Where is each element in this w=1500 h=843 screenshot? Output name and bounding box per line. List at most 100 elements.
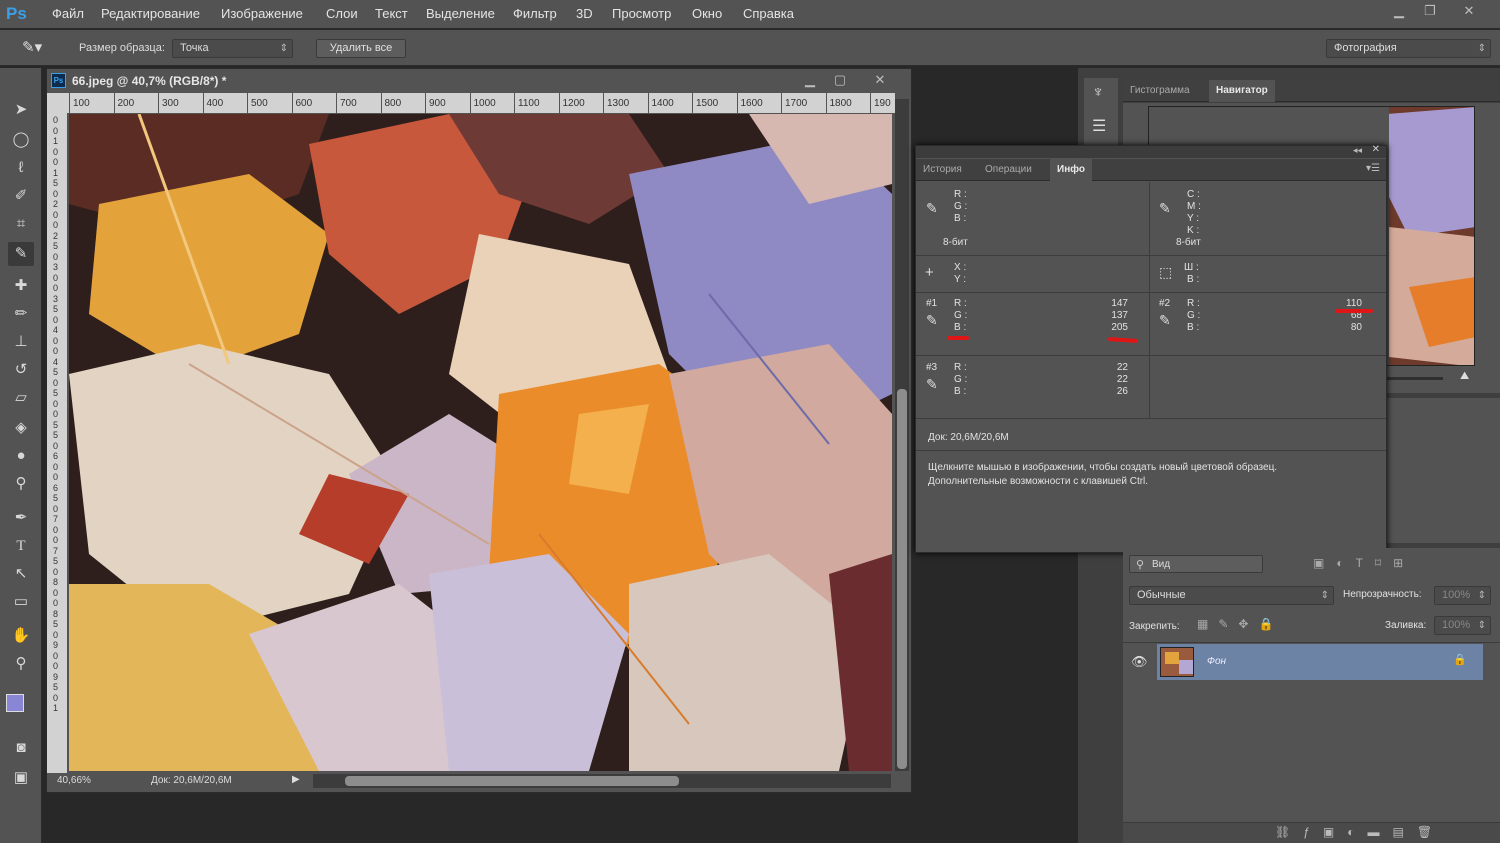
ruler-h-tick: 1800 — [825, 93, 871, 113]
image-canvas[interactable] — [69, 114, 892, 771]
tools-panel: ➤ ◯ ℓ ✐ ⌗ ✎ ✚ ✏ ⊥ ↺ ▱ ◈ ● ⚲ ✒ T ↖ ▭ ✋ ⚲ … — [0, 68, 42, 843]
menu-help[interactable]: Справка — [743, 6, 794, 21]
visibility-eye-icon[interactable]: 👁 — [1131, 654, 1148, 670]
menu-layers[interactable]: Слои — [326, 6, 358, 21]
close-icon[interactable]: ✕ — [1456, 2, 1482, 20]
history-brush-icon[interactable]: ↺ — [8, 358, 34, 382]
doc-close-icon[interactable]: ✕ — [867, 71, 893, 89]
delete-all-button[interactable]: Удалить все — [316, 39, 406, 58]
search-icon: ⚲ — [1136, 559, 1145, 571]
history-brush-panel-icon[interactable]: ♆ — [1092, 84, 1104, 102]
red-highlight-mark — [947, 336, 969, 340]
menu-filter[interactable]: Фильтр — [513, 6, 557, 21]
ruler-v-digit: 0 — [53, 461, 59, 472]
status-menu-arrow-icon[interactable]: ▶ — [292, 774, 300, 785]
eyedropper-sampler-icon[interactable]: ✎▾ — [22, 38, 42, 56]
crop-tool-icon[interactable]: ⌗ — [8, 212, 34, 236]
menu-file[interactable]: Файл — [52, 6, 84, 21]
menu-window[interactable]: Окно — [692, 6, 722, 21]
ruler-v-digit: 1 — [53, 167, 59, 178]
layer-filter-select[interactable]: ⚲ Вид — [1129, 555, 1263, 573]
healing-tool-icon[interactable]: ✚ — [8, 274, 34, 298]
rectangle-tool-icon[interactable]: ▭ — [8, 590, 34, 614]
menu-edit[interactable]: Редактирование — [101, 6, 200, 21]
menu-image[interactable]: Изображение — [221, 6, 303, 21]
tab-history[interactable]: История — [916, 159, 969, 181]
options-bar: ✎▾ Размер образца: Точка Удалить все Фот… — [0, 30, 1500, 66]
x-label: X : — [954, 262, 967, 273]
horizontal-scrollbar[interactable] — [313, 774, 891, 788]
foreground-color-swatch[interactable] — [6, 694, 24, 712]
layer-row-background[interactable]: Фон 🔒 — [1157, 644, 1483, 680]
minimize-icon[interactable]: ▁ — [1386, 2, 1412, 20]
blur-tool-icon[interactable]: ● — [8, 444, 34, 468]
panel-close-icon[interactable]: ✕ — [1372, 144, 1380, 155]
menu-select[interactable]: Выделение — [426, 6, 495, 21]
quick-mask-icon[interactable]: ◙ — [8, 736, 34, 760]
brush-tool-icon[interactable]: ✏ — [8, 302, 34, 326]
quick-select-tool-icon[interactable]: ✐ — [8, 184, 34, 208]
eraser-tool-icon[interactable]: ▱ — [8, 386, 34, 410]
workspace-select[interactable]: Фотография — [1326, 39, 1491, 58]
tab-info[interactable]: Инфо — [1050, 159, 1092, 181]
ruler-v-digit: 5 — [53, 493, 59, 503]
menu-3d[interactable]: 3D — [576, 6, 593, 21]
move-tool-icon[interactable]: ➤ — [8, 98, 34, 122]
stamp-tool-icon[interactable]: ⊥ — [8, 330, 34, 354]
vertical-scroll-thumb[interactable] — [897, 389, 907, 769]
doc-minimize-icon[interactable]: ▁ — [797, 71, 823, 89]
horizontal-scroll-thumb[interactable] — [345, 776, 679, 786]
eyedropper-tool-icon[interactable]: ✎ — [8, 242, 34, 266]
zoom-in-mountain-icon[interactable]: ⛰ — [1460, 370, 1469, 383]
lasso-tool-icon[interactable]: ℓ — [8, 156, 34, 180]
restore-icon[interactable]: ❐ — [1417, 2, 1443, 20]
marquee-tool-icon[interactable]: ◯ — [8, 128, 34, 152]
ruler-h-tick: 200 — [113, 93, 159, 113]
sampler-3-eyedropper-icon: ✎ — [926, 376, 938, 392]
tab-actions[interactable]: Операции — [978, 159, 1039, 181]
path-select-icon[interactable]: ↖ — [8, 562, 34, 586]
cmyk-y-label: Y : — [1187, 213, 1200, 224]
layer-name[interactable]: Фон — [1207, 656, 1226, 667]
type-tool-icon[interactable]: T — [8, 534, 34, 558]
lock-options-icons[interactable]: ▦✎✥🔒 — [1197, 617, 1283, 631]
pen-tool-icon[interactable]: ✒ — [8, 506, 34, 530]
vertical-scrollbar[interactable] — [895, 99, 909, 771]
ruler-v-digit: 0 — [53, 251, 59, 262]
divider — [916, 355, 1386, 356]
screen-mode-icon[interactable]: ▣ — [8, 766, 34, 790]
document-window: Ps 66.jpeg @ 40,7% (RGB/8*) * ▁ ▢ ✕ 100 2… — [46, 68, 912, 793]
adjustments-panel-icon[interactable]: ☰ — [1092, 116, 1106, 136]
cmyk-m-label: M : — [1187, 201, 1201, 212]
layer-action-icons[interactable]: ⛓ƒ▣◐▬▤🗑 — [1275, 825, 1445, 839]
menu-view[interactable]: Просмотр — [612, 6, 671, 21]
bucket-tool-icon[interactable]: ◈ — [8, 416, 34, 440]
ruler-v-digit: 0 — [53, 566, 59, 577]
zoom-tool-icon[interactable]: ⚲ — [8, 652, 34, 676]
blend-mode-select[interactable]: Обычные — [1129, 586, 1334, 605]
collapse-icon[interactable]: ◂◂ — [1353, 145, 1362, 156]
ruler-h-tick: 1600 — [736, 93, 782, 113]
tab-navigator[interactable]: Навигатор — [1209, 80, 1275, 102]
zoom-level[interactable]: 40,66% — [57, 775, 91, 786]
ruler-h-tick: 400 — [202, 93, 248, 113]
ruler-v-digit: 5 — [53, 178, 59, 188]
horizontal-ruler: 100 200 300 400 500 600 700 800 900 1000 1100 1200 1… — [47, 93, 895, 113]
info-panel-titlebar[interactable]: ◂◂ ✕ — [916, 144, 1386, 158]
doc-restore-icon[interactable]: ▢ — [827, 71, 853, 89]
ruler-h-tick: 800 — [380, 93, 426, 113]
sample-size-select[interactable]: Точка — [172, 39, 293, 58]
ruler-v-digit: 2 — [53, 230, 59, 241]
fill-input[interactable]: 100% — [1434, 616, 1491, 635]
ruler-v-digit: 0 — [53, 146, 59, 157]
hand-tool-icon[interactable]: ✋ — [8, 624, 34, 648]
panel-menu-icon[interactable]: ▾☰ — [1366, 163, 1380, 174]
tab-histogram[interactable]: Гистограмма — [1123, 80, 1197, 102]
navigator-zoom-slider[interactable] — [1383, 377, 1443, 380]
document-tab[interactable]: Ps 66.jpeg @ 40,7% (RGB/8*) * ▁ ▢ ✕ — [47, 69, 911, 91]
menu-text[interactable]: Текст — [375, 6, 408, 21]
opacity-input[interactable]: 100% — [1434, 586, 1491, 605]
s2-r-label: R : — [1187, 298, 1200, 309]
dodge-tool-icon[interactable]: ⚲ — [8, 472, 34, 496]
layer-filter-icons[interactable]: ▣◐T⌑⊞ — [1313, 556, 1415, 570]
